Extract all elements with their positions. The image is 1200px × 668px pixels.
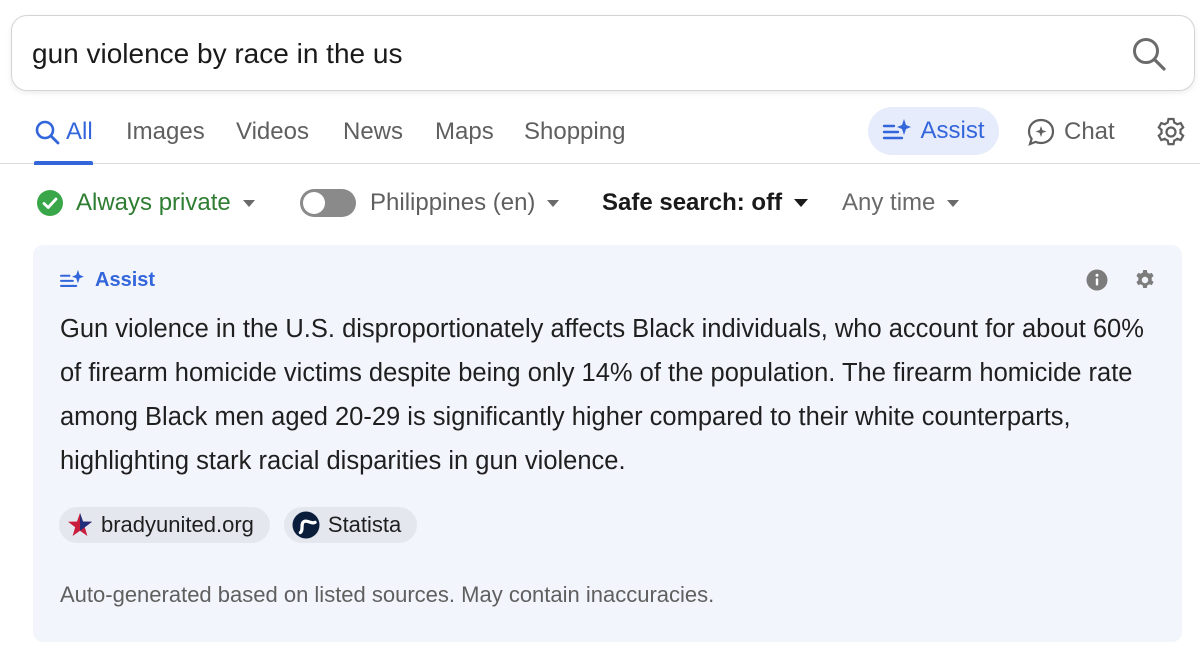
source-list: bradyunited.org Statista bbox=[59, 507, 418, 543]
tab-label: Shopping bbox=[524, 118, 626, 145]
region-filter[interactable]: Philippines (en) bbox=[300, 172, 560, 234]
tab-assist[interactable]: Assist bbox=[868, 107, 999, 155]
gear-icon[interactable] bbox=[1134, 269, 1156, 291]
search-tabs: All Images Videos News Maps Shopping Ass… bbox=[0, 100, 1200, 165]
source-chip-statista[interactable]: Statista bbox=[283, 507, 418, 543]
source-name: Statista bbox=[327, 512, 402, 537]
assist-sparkle-icon bbox=[883, 119, 912, 140]
tab-label: News bbox=[343, 118, 404, 145]
source-name: bradyunited.org bbox=[101, 512, 254, 537]
safe-search-filter[interactable]: Safe search: off bbox=[602, 172, 809, 234]
assist-answer-card: Assist Gun violence in the U.S. dispropo… bbox=[33, 245, 1182, 642]
check-circle-icon bbox=[37, 190, 63, 216]
brady-star-icon bbox=[68, 513, 92, 536]
privacy-filter[interactable]: Always private bbox=[36, 172, 255, 234]
tab-videos[interactable]: Videos bbox=[236, 100, 309, 164]
assist-card-header: Assist bbox=[59, 267, 155, 293]
source-chip-bradyunited[interactable]: bradyunited.org bbox=[59, 507, 270, 543]
chevron-down-icon bbox=[547, 199, 560, 207]
chevron-down-icon bbox=[947, 199, 960, 207]
tab-maps[interactable]: Maps bbox=[435, 100, 494, 164]
info-icon[interactable] bbox=[1086, 269, 1108, 291]
region-toggle[interactable] bbox=[300, 189, 356, 217]
tab-label: Videos bbox=[236, 118, 309, 145]
search-input[interactable] bbox=[32, 34, 1092, 74]
chevron-down-icon bbox=[242, 199, 255, 207]
tab-news[interactable]: News bbox=[343, 100, 403, 164]
assist-card-title: Assist bbox=[95, 268, 156, 291]
tab-label: All bbox=[66, 118, 93, 145]
assist-answer-text: Gun violence in the U.S. disproportionat… bbox=[60, 315, 1144, 475]
assist-sparkle-icon bbox=[59, 269, 84, 287]
search-icon[interactable] bbox=[1130, 35, 1168, 73]
filter-bar: Always private Philippines (en) Safe sea… bbox=[0, 172, 1200, 234]
statista-icon bbox=[292, 511, 320, 539]
tab-chat[interactable]: Chat bbox=[1026, 100, 1115, 164]
assist-disclaimer: Auto-generated based on listed sources. … bbox=[60, 582, 715, 607]
time-filter[interactable]: Any time bbox=[842, 172, 960, 234]
settings-gear-icon[interactable] bbox=[1155, 116, 1187, 148]
tab-images[interactable]: Images bbox=[126, 100, 205, 164]
search-bar bbox=[11, 15, 1195, 91]
tab-shopping[interactable]: Shopping bbox=[524, 100, 625, 164]
privacy-label: Always private bbox=[76, 189, 231, 216]
time-label: Any time bbox=[842, 189, 936, 216]
assist-label: Assist bbox=[920, 117, 985, 144]
safe-search-label: Safe search: off bbox=[602, 189, 783, 216]
search-icon bbox=[35, 120, 60, 145]
chevron-down-icon bbox=[794, 199, 809, 207]
chat-label: Chat bbox=[1064, 118, 1115, 145]
tab-label: Images bbox=[126, 118, 205, 145]
tab-all[interactable]: All bbox=[34, 100, 93, 165]
region-label: Philippines (en) bbox=[370, 189, 536, 216]
chat-bubble-icon bbox=[1027, 118, 1055, 146]
tab-label: Maps bbox=[435, 118, 494, 145]
